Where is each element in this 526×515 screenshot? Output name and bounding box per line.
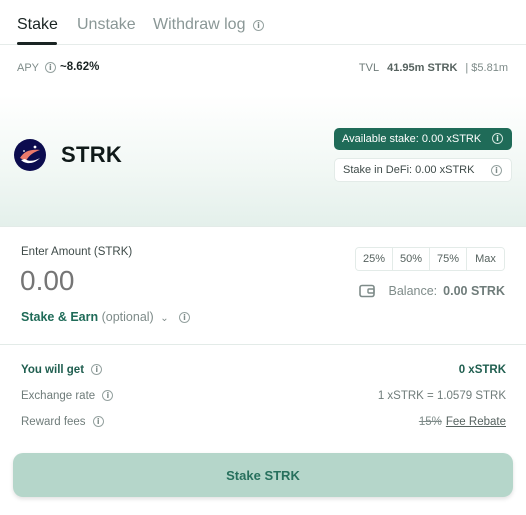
fee-rebate-link[interactable]: Fee Rebate: [446, 416, 506, 428]
tvl-value: 41.95m STRK: [387, 62, 458, 74]
info-icon[interactable]: i: [91, 364, 103, 375]
tvl-label: TVL: [358, 62, 380, 74]
info-icon[interactable]: i: [92, 416, 104, 427]
reward-fees-value: 15% Fee Rebate: [419, 416, 506, 428]
stake-button[interactable]: Stake STRK: [13, 453, 513, 497]
stats-bar: APY i ~8.62% TVL 41.95m STRK | $5.81m: [0, 45, 526, 95]
balance: Balance: 0.00 STRK: [389, 284, 506, 298]
tab-stake[interactable]: Stake: [17, 16, 58, 34]
max-button[interactable]: Max: [467, 248, 504, 270]
stake-in-defi-text: Stake in DeFi: 0.00 xSTRK: [343, 164, 475, 176]
info-icon[interactable]: i: [179, 312, 190, 323]
starknet-logo-icon: [14, 139, 46, 171]
balance-value: 0.00 STRK: [443, 284, 505, 298]
stake-earn-optional: (optional): [101, 310, 154, 324]
tab-withdraw-log-label: Withdraw log: [153, 16, 246, 33]
percent-button-group: 25% 50% 75% Max: [355, 247, 505, 271]
wallet-icon: [359, 284, 375, 298]
exchange-rate-label-text: Exchange rate: [21, 390, 96, 402]
amount-section: Enter Amount (STRK) Stake & Earn (option…: [0, 227, 526, 345]
you-will-get-label: You will get i: [21, 364, 103, 376]
info-icon[interactable]: i: [252, 20, 264, 31]
tab-bar: Stake Unstake Withdraw log i: [0, 0, 526, 45]
tvl-usd: | $5.81m: [465, 62, 508, 74]
stake-in-defi-badge: Stake in DeFi: 0.00 xSTRK i: [334, 158, 512, 182]
stake-earn-label: Stake & Earn: [21, 310, 99, 324]
info-icon[interactable]: i: [102, 390, 114, 401]
info-icon[interactable]: i: [491, 165, 502, 176]
exchange-rate-label: Exchange rate i: [21, 390, 114, 402]
percent-50-button[interactable]: 50%: [393, 248, 430, 270]
apy-label-text: APY: [17, 62, 39, 74]
stake-earn-dropdown[interactable]: Stake & Earn (optional) ⌄: [21, 310, 169, 324]
info-icon[interactable]: i: [44, 62, 56, 73]
available-stake-badge: Available stake: 0.00 xSTRK i: [334, 128, 512, 150]
exchange-rate-value: 1 xSTRK = 1.0579 STRK: [377, 390, 506, 402]
available-stake-text: Available stake: 0.00 xSTRK: [342, 133, 482, 145]
info-icon[interactable]: i: [492, 133, 503, 144]
apy-label: APY i: [17, 62, 56, 74]
you-will-get-label-text: You will get: [21, 364, 85, 376]
token-name: STRK: [61, 142, 123, 167]
amount-label: Enter Amount (STRK): [21, 246, 133, 258]
reward-fees-label-text: Reward fees: [21, 416, 86, 428]
summary-section: You will get i 0 xSTRK Exchange rate i 1…: [0, 345, 526, 445]
amount-input[interactable]: [20, 264, 220, 298]
reward-fees-label: Reward fees i: [21, 416, 104, 428]
chevron-down-icon: ⌄: [160, 313, 169, 324]
percent-75-button[interactable]: 75%: [430, 248, 467, 270]
token-header: STRK Available stake: 0.00 xSTRK i Stake…: [0, 95, 526, 227]
percent-25-button[interactable]: 25%: [356, 248, 393, 270]
tab-withdraw-log[interactable]: Withdraw log i: [153, 16, 264, 34]
you-will-get-value: 0 xSTRK: [458, 364, 506, 376]
apy-value: ~8.62%: [60, 61, 100, 73]
tvl: TVL 41.95m STRK | $5.81m: [359, 62, 508, 74]
balance-label: Balance:: [388, 284, 438, 298]
tab-unstake[interactable]: Unstake: [77, 16, 136, 34]
reward-fee-struck: 15%: [418, 416, 442, 428]
